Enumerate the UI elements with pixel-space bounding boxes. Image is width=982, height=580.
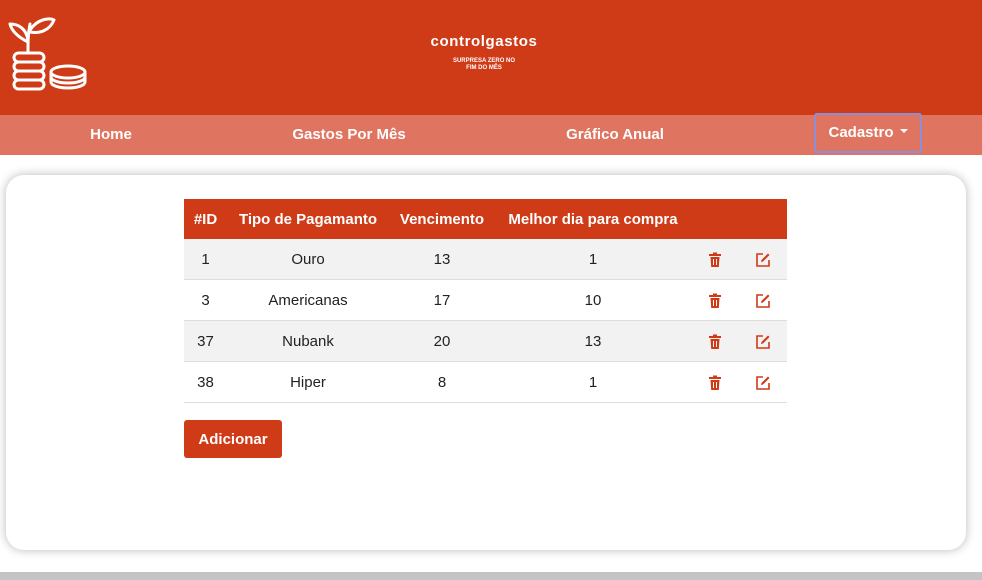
header-vencimento: Vencimento: [389, 199, 495, 239]
cell-melhor-dia: 13: [495, 320, 691, 362]
cell-edit: [739, 361, 787, 403]
header-edit-col: [739, 199, 787, 239]
table-header-row: #ID Tipo de Pagamanto Vencimento Melhor …: [184, 199, 787, 239]
header-melhor-dia: Melhor dia para compra: [495, 199, 691, 239]
cell-id: 3: [184, 279, 227, 321]
cell-melhor-dia: 1: [495, 361, 691, 403]
content-card: #ID Tipo de Pagamanto Vencimento Melhor …: [6, 175, 966, 550]
trash-icon[interactable]: [707, 293, 723, 309]
cell-edit: [739, 320, 787, 362]
cell-tipo: Hiper: [227, 361, 389, 403]
footer-bar: [0, 572, 982, 580]
cell-delete: [691, 279, 739, 321]
nav-cadastro-dropdown[interactable]: Cadastro: [814, 113, 922, 153]
logo-plant-coins-icon: [8, 17, 87, 91]
cell-delete: [691, 361, 739, 403]
cell-delete: [691, 320, 739, 362]
brand-name: controlgastos: [430, 33, 538, 50]
cell-edit: [739, 279, 787, 321]
cell-edit: [739, 239, 787, 280]
nav-home[interactable]: Home: [55, 115, 167, 155]
trash-icon[interactable]: [707, 375, 723, 391]
table-row: 38 Hiper 8 1: [184, 361, 787, 403]
edit-icon[interactable]: [755, 252, 771, 268]
edit-icon[interactable]: [755, 334, 771, 350]
add-button[interactable]: Adicionar: [184, 420, 282, 458]
cell-tipo: Americanas: [227, 279, 389, 321]
table-row: 37 Nubank 20 13: [184, 320, 787, 362]
table-row: 1 Ouro 13 1: [184, 239, 787, 280]
trash-icon[interactable]: [707, 334, 723, 350]
cell-tipo: Nubank: [227, 320, 389, 362]
nav-cadastro-label: Cadastro: [828, 124, 894, 141]
caret-down-icon: [899, 129, 908, 134]
nav-gastos-por-mes[interactable]: Gastos Por Mês: [262, 115, 436, 155]
table-row: 3 Americanas 17 10: [184, 279, 787, 321]
header: controlgastos SURPRESA ZERO NO FIM DO MÊ…: [0, 0, 982, 115]
trash-icon[interactable]: [707, 252, 723, 268]
brand-tagline: SURPRESA ZERO NO FIM DO MÊS: [424, 58, 544, 72]
cell-vencimento: 20: [389, 320, 495, 362]
header-id: #ID: [184, 199, 227, 239]
brand-tagline-line2: FIM DO MÊS: [466, 65, 502, 71]
edit-icon[interactable]: [755, 293, 771, 309]
nav-grafico-anual[interactable]: Gráfico Anual: [530, 115, 700, 155]
header-delete-col: [691, 199, 739, 239]
brand-tagline-line1: SURPRESA ZERO NO: [452, 58, 516, 64]
header-tipo-pagamento: Tipo de Pagamanto: [227, 199, 389, 239]
cell-id: 1: [184, 239, 227, 280]
cell-melhor-dia: 1: [495, 239, 691, 280]
cell-id: 38: [184, 361, 227, 403]
cell-tipo: Ouro: [227, 239, 389, 280]
payment-types-table: #ID Tipo de Pagamanto Vencimento Melhor …: [184, 199, 787, 403]
cell-vencimento: 13: [389, 239, 495, 280]
cell-id: 37: [184, 320, 227, 362]
cell-melhor-dia: 10: [495, 279, 691, 321]
cell-vencimento: 8: [389, 361, 495, 403]
edit-icon[interactable]: [755, 375, 771, 391]
cell-delete: [691, 239, 739, 280]
cell-vencimento: 17: [389, 279, 495, 321]
